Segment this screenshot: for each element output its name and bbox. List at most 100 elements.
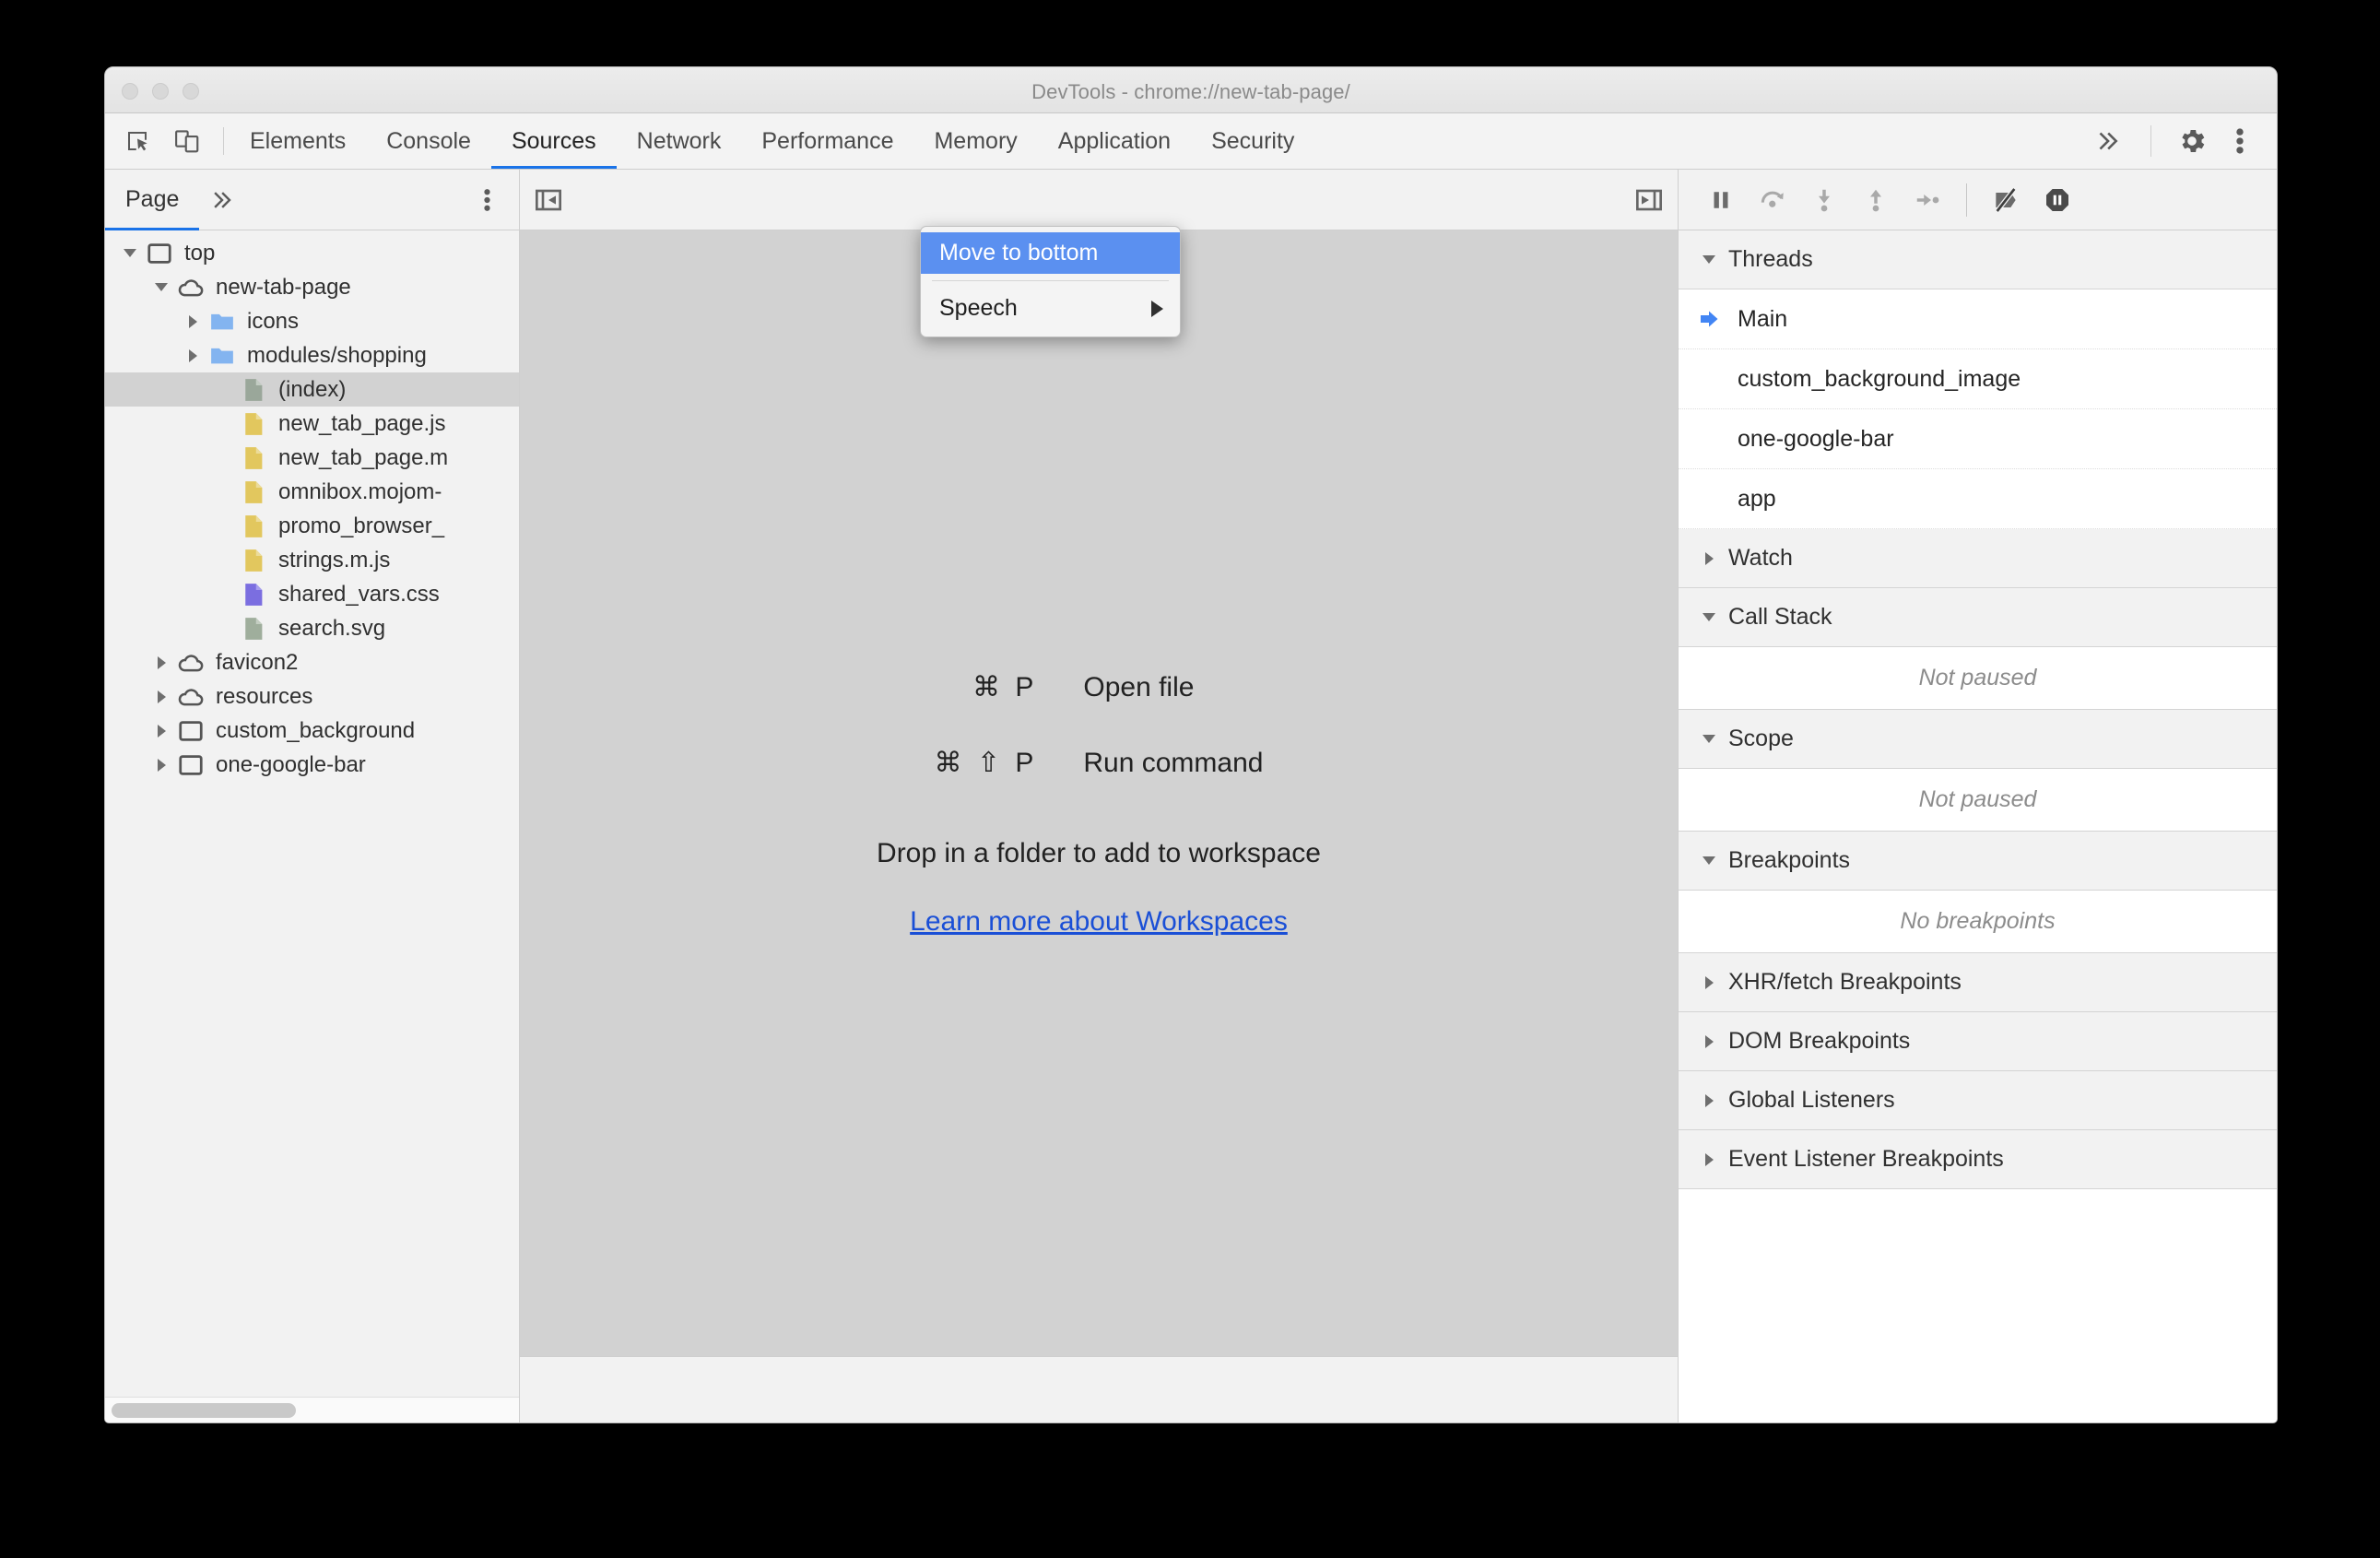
tree-item-favicon2[interactable]: favicon2: [105, 645, 519, 679]
tree-item-new-tab-page[interactable]: new-tab-page: [105, 270, 519, 304]
show-debugger-icon[interactable]: [1620, 170, 1678, 230]
step-out-icon[interactable]: [1850, 174, 1902, 226]
tab-security[interactable]: Security: [1191, 113, 1314, 169]
debugger-pane: Threads Main custom_background_image one-go…: [1678, 170, 2277, 1422]
file-tree[interactable]: top new-tab-page icons modules/shopping (ind…: [105, 230, 519, 1397]
tree-item-shared-vars-css[interactable]: shared_vars.css: [105, 577, 519, 611]
navigator-horizontal-scrollbar[interactable]: [105, 1397, 519, 1422]
context-menu: Move to bottom Speech: [920, 226, 1181, 337]
doc-js-icon: [236, 509, 271, 543]
chevron-right-icon[interactable]: [1695, 1142, 1723, 1176]
show-navigator-icon[interactable]: [520, 170, 577, 230]
scrollbar-thumb[interactable]: [112, 1403, 296, 1418]
navigator-pane: Page top new-tab-page icons modules/shoppin…: [105, 170, 520, 1422]
kebab-menu-icon[interactable]: [2216, 117, 2264, 165]
navigator-tab-page[interactable]: Page: [105, 170, 200, 230]
tree-item-label: icons: [247, 308, 300, 334]
tree-item-promo-browser-[interactable]: promo_browser_: [105, 509, 519, 543]
shortcut-label-open-file: Open file: [1083, 671, 1195, 702]
tab-application[interactable]: Application: [1038, 113, 1191, 169]
tree-item--index-[interactable]: (index): [105, 372, 519, 407]
pause-on-exceptions-icon[interactable]: [2032, 174, 2083, 226]
chevron-right-icon[interactable]: [1695, 1083, 1723, 1117]
chevron-right-icon[interactable]: [149, 645, 173, 679]
context-menu-item-move-to-bottom[interactable]: Move to bottom: [921, 232, 1180, 274]
tree-item-omnibox-mojom-[interactable]: omnibox.mojom-: [105, 475, 519, 509]
tree-item-new-tab-page-js[interactable]: new_tab_page.js: [105, 407, 519, 441]
thread-row-custom-background-image[interactable]: custom_background_image: [1679, 349, 2277, 409]
tree-item-label: new-tab-page: [216, 274, 351, 300]
thread-name: custom_background_image: [1738, 365, 2021, 392]
chevron-right-icon[interactable]: [149, 714, 173, 748]
main-toolbar: Elements Console Sources Network Perform…: [105, 113, 2277, 170]
shortcut-keys-run-command: ⌘ ⇧ P: [934, 748, 1038, 778]
chevron-right-icon[interactable]: [181, 304, 205, 338]
tree-item-strings-m-js[interactable]: strings.m.js: [105, 543, 519, 577]
chevron-right-icon[interactable]: [181, 338, 205, 372]
shortcut-row: ⌘ ⇧ P Run command: [935, 726, 1264, 801]
step-icon[interactable]: [1902, 174, 1953, 226]
chevron-right-icon[interactable]: [149, 748, 173, 782]
context-menu-item-speech[interactable]: Speech: [921, 288, 1180, 329]
chevron-down-icon[interactable]: [118, 236, 142, 270]
tab-sources[interactable]: Sources: [490, 113, 617, 169]
thread-row-one-google-bar[interactable]: one-google-bar: [1679, 409, 2277, 469]
inspect-element-icon[interactable]: [120, 124, 155, 159]
doc-svg-icon: [236, 611, 271, 645]
editor-bottom-bar: [520, 1356, 1678, 1422]
doc-css-icon: [236, 577, 271, 611]
device-toolbar-icon[interactable]: [170, 124, 205, 159]
section-header-event-listener-breakpoints[interactable]: Event Listener Breakpoints: [1679, 1130, 2277, 1189]
chevron-right-icon[interactable]: [1695, 541, 1723, 575]
tab-memory[interactable]: Memory: [913, 113, 1037, 169]
section-header-call-stack[interactable]: Call Stack: [1679, 588, 2277, 647]
tree-item-resources[interactable]: resources: [105, 679, 519, 714]
chevron-down-icon[interactable]: [149, 270, 173, 304]
section-header-threads[interactable]: Threads: [1679, 230, 2277, 289]
chevron-double-right-icon[interactable]: [199, 170, 245, 230]
chevron-right-icon[interactable]: [1695, 1024, 1723, 1058]
section-header-xhr-fetch-breakpoints[interactable]: XHR/fetch Breakpoints: [1679, 953, 2277, 1012]
gear-icon[interactable]: [2168, 117, 2216, 165]
step-over-icon[interactable]: [1747, 174, 1798, 226]
chevron-right-icon[interactable]: [149, 679, 173, 714]
tree-item-search-svg[interactable]: search.svg: [105, 611, 519, 645]
tree-item-new-tab-page-m[interactable]: new_tab_page.m: [105, 441, 519, 475]
chevron-down-icon[interactable]: [1695, 242, 1723, 277]
chevron-double-right-icon[interactable]: [2082, 113, 2134, 169]
section-header-global-listeners[interactable]: Global Listeners: [1679, 1071, 2277, 1130]
shortcut-label-run-command: Run command: [1083, 747, 1264, 778]
tree-item-one-google-bar[interactable]: one-google-bar: [105, 748, 519, 782]
tree-item-custom-background[interactable]: custom_background: [105, 714, 519, 748]
chevron-down-icon[interactable]: [1695, 600, 1723, 634]
learn-more-workspaces-link[interactable]: Learn more about Workspaces: [910, 906, 1288, 938]
thread-row-app[interactable]: app: [1679, 469, 2277, 529]
resume-script-execution-icon[interactable]: [1695, 174, 1747, 226]
section-header-dom-breakpoints[interactable]: DOM Breakpoints: [1679, 1012, 2277, 1071]
folder-icon: [205, 304, 240, 338]
cloud-icon: [173, 679, 208, 714]
chevron-down-icon[interactable]: [1695, 722, 1723, 756]
section-empty-scope: Not paused: [1679, 769, 2277, 832]
tab-console[interactable]: Console: [366, 113, 491, 169]
tab-elements[interactable]: Elements: [230, 113, 366, 169]
section-header-scope[interactable]: Scope: [1679, 710, 2277, 769]
cloud-icon: [173, 270, 208, 304]
kebab-menu-icon[interactable]: [464, 170, 510, 230]
tab-performance[interactable]: Performance: [741, 113, 913, 169]
step-into-icon[interactable]: [1798, 174, 1850, 226]
chevron-right-icon[interactable]: [1695, 965, 1723, 999]
tab-network[interactable]: Network: [617, 113, 742, 169]
deactivate-breakpoints-icon[interactable]: [1980, 174, 2032, 226]
tree-item-modules-shopping[interactable]: modules/shopping: [105, 338, 519, 372]
thread-row-main[interactable]: Main: [1679, 289, 2277, 349]
tree-item-top[interactable]: top: [105, 236, 519, 270]
section-header-watch[interactable]: Watch: [1679, 529, 2277, 588]
tree-item-icons[interactable]: icons: [105, 304, 519, 338]
chevron-down-icon[interactable]: [1695, 844, 1723, 878]
toolbar-right-group: [2082, 113, 2277, 169]
section-header-breakpoints[interactable]: Breakpoints: [1679, 832, 2277, 891]
